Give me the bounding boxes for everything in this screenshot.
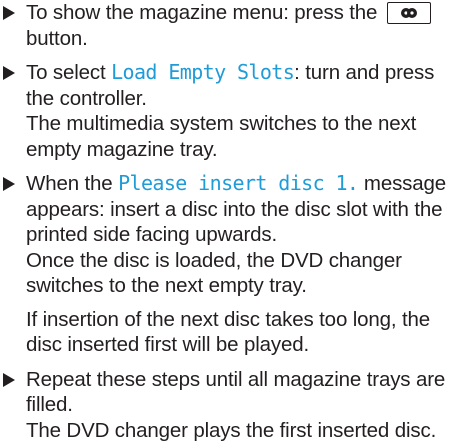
step-text-continued: button. xyxy=(26,27,88,50)
step-arrow-icon xyxy=(3,6,15,20)
disc-button-icon xyxy=(387,2,431,24)
step-note: If insertion of the next disc takes too … xyxy=(26,308,430,357)
step-repeat: Repeat these steps until all magazine tr… xyxy=(0,367,463,443)
step-arrow-icon xyxy=(3,177,15,191)
display-text-please-insert-disc: Please insert disc 1. xyxy=(118,171,358,195)
step-select-load-empty-slots: To select Load Empty Slots: turn and pre… xyxy=(0,60,463,162)
step-text: To select xyxy=(26,61,111,84)
step-show-magazine-menu: To show the magazine menu: press the but… xyxy=(0,0,463,51)
step-text: Repeat these steps until all magazine tr… xyxy=(26,368,445,417)
step-result: The multimedia system switches to the ne… xyxy=(26,112,416,161)
step-text: To show the magazine menu: press the xyxy=(26,1,377,24)
step-result: The DVD changer plays the first inserted… xyxy=(26,419,436,442)
step-arrow-icon xyxy=(3,373,15,387)
step-result: Once the disc is loaded, the DVD changer… xyxy=(26,249,402,298)
display-text-load-empty-slots: Load Empty Slots xyxy=(111,60,294,84)
step-text: When the xyxy=(26,172,118,195)
step-arrow-icon xyxy=(3,66,15,80)
instruction-text: To show the magazine menu: press the but… xyxy=(0,0,463,443)
step-insert-disc: When the Please insert disc 1. message a… xyxy=(0,171,463,358)
